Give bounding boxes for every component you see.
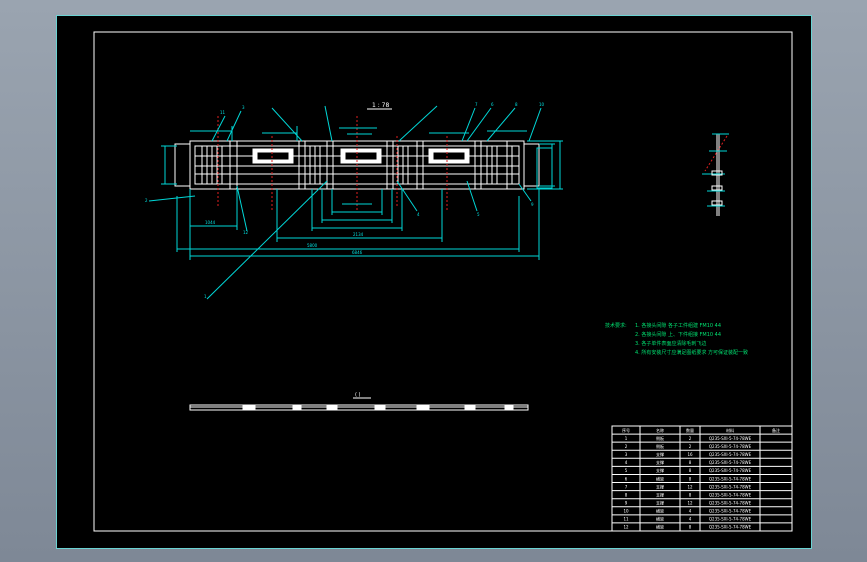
bom-cell: Q235-SXI-5-74-78WE bbox=[709, 492, 752, 497]
bom-cell: 支撑 bbox=[656, 500, 664, 506]
bom-header-cell: 材料 bbox=[726, 427, 734, 433]
bom-cell: 8 bbox=[689, 492, 692, 497]
bom-header-cell: 数量 bbox=[686, 427, 694, 433]
balloon-3: 3 bbox=[242, 105, 245, 110]
bom-cell: 支撑 bbox=[656, 467, 664, 473]
leader-lines bbox=[148, 105, 542, 300]
bom-cell: Q235-SXI-5-74-78WE bbox=[709, 444, 752, 449]
dim-overall: 6846 bbox=[352, 250, 363, 255]
balloon-4: 4 bbox=[417, 212, 420, 217]
bom-cell: 4 bbox=[689, 517, 692, 522]
bom-cell: 4 bbox=[689, 509, 692, 514]
scale-label: 1 : 78 bbox=[372, 102, 389, 109]
bom-cell: 侧板 bbox=[656, 443, 664, 449]
bom-cell: 2 bbox=[625, 444, 628, 449]
balloon-12: 12 bbox=[243, 230, 249, 235]
drawing-viewport[interactable]: 6846 5800 1044 2134 1 2 3 4 5 6 7 8 9 10… bbox=[56, 15, 812, 549]
plan-view-strip bbox=[189, 404, 529, 411]
dim-inner-span: 5800 bbox=[307, 243, 318, 248]
bom-cell: 12 bbox=[623, 525, 629, 530]
note-2: 2. 各接头间隙 上、下件组接 FM10 44 bbox=[635, 331, 721, 338]
note-4: 4. 所有安装尺寸应满足图纸要求 方可保证装配一致 bbox=[635, 349, 748, 356]
bom-cell: 8 bbox=[689, 476, 692, 481]
bom-cell: 12 bbox=[687, 484, 693, 489]
bom-cell: 16 bbox=[687, 452, 693, 457]
bom-cell: 8 bbox=[689, 525, 692, 530]
bom-cell: 5 bbox=[625, 468, 628, 473]
notes-heading: 技术要求: bbox=[605, 322, 627, 329]
bom-cell: Q235-SXI-5-74-78WE bbox=[709, 501, 752, 506]
side-view bbox=[702, 133, 729, 216]
bom-cell: 9 bbox=[625, 501, 628, 506]
bom-cell: 6 bbox=[625, 476, 628, 481]
bom-cell: 支撑 bbox=[656, 459, 664, 465]
technical-notes: 技术要求: 1. 各接头间隙 各子工件组建 FM10 44 2. 各接头间隙 上… bbox=[605, 322, 748, 356]
section-label: ( ) bbox=[355, 392, 361, 398]
bom-cell: Q235-SXI-5-74-78WE bbox=[709, 468, 752, 473]
bom-header-cell: 备注 bbox=[772, 427, 780, 433]
balloon-5: 5 bbox=[477, 212, 480, 217]
drawing-canvas: 6846 5800 1044 2134 1 2 3 4 5 6 7 8 9 10… bbox=[93, 31, 793, 532]
bom-cell: Q235-SXI-5-74-78WE bbox=[709, 517, 752, 522]
bom-cell: 横梁 bbox=[656, 516, 664, 522]
main-elevation-view bbox=[174, 116, 540, 211]
balloon-9: 9 bbox=[531, 202, 534, 207]
bom-cell: 1 bbox=[625, 436, 628, 441]
balloon-8: 8 bbox=[515, 102, 518, 107]
bom-cell: 横梁 bbox=[656, 508, 664, 514]
bom-cell: 8 bbox=[625, 492, 628, 497]
bom-cell: Q235-SXI-5-74-78WE bbox=[709, 484, 752, 489]
dim-left-seg: 1044 bbox=[205, 220, 216, 225]
balloon-1: 1 bbox=[204, 294, 207, 299]
bom-cell: 7 bbox=[625, 484, 628, 489]
bom-cell: 横梁 bbox=[656, 524, 664, 530]
bom-cell: Q235-SXI-5-74-78WE bbox=[709, 452, 752, 457]
bom-cell: 4 bbox=[625, 460, 628, 465]
balloon-2: 2 bbox=[145, 198, 148, 203]
bom-cell: 横梁 bbox=[656, 475, 664, 481]
balloon-6: 6 bbox=[491, 102, 494, 107]
bom-cell: 12 bbox=[687, 501, 693, 506]
bom-table: 序号 名称 数量 材料 备注 1 侧板 2 Q235-SXI-5-74-78WE 2 侧板 2 Q235… bbox=[611, 425, 793, 532]
bom-cell: 支撑 bbox=[656, 491, 664, 497]
bom-cell: Q235-SXI-5-74-78WE bbox=[709, 460, 752, 465]
balloon-11: 11 bbox=[220, 110, 226, 115]
bom-cell: 10 bbox=[623, 509, 629, 514]
dim-center: 2134 bbox=[353, 232, 364, 237]
bom-cell: 2 bbox=[689, 436, 692, 441]
bom-cell: 11 bbox=[623, 517, 629, 522]
bom-header-cell: 名称 bbox=[656, 427, 664, 433]
bom-cell: 支撑 bbox=[656, 483, 664, 489]
bom-cell: Q235-SXI-5-74-78WE bbox=[709, 436, 752, 441]
note-3: 3. 各子单件表面应清除毛刺飞边 bbox=[635, 340, 706, 347]
bom-cell: 3 bbox=[625, 452, 628, 457]
bom-cell: Q235-SXI-5-74-78WE bbox=[709, 476, 752, 481]
bom-cell: 8 bbox=[689, 460, 692, 465]
bom-cell: 侧板 bbox=[656, 435, 664, 441]
bom-cell: 支撑 bbox=[656, 451, 664, 457]
bom-cell: Q235-SXI-5-74-78WE bbox=[709, 509, 752, 514]
balloon-10: 10 bbox=[539, 102, 545, 107]
bom-cell: Q235-SXI-5-74-78WE bbox=[709, 525, 752, 530]
note-1: 1. 各接头间隙 各子工件组建 FM10 44 bbox=[635, 322, 721, 329]
balloon-7: 7 bbox=[475, 102, 478, 107]
bom-cell: 2 bbox=[689, 444, 692, 449]
bom-header-cell: 序号 bbox=[622, 427, 630, 433]
bom-cell: 8 bbox=[689, 468, 692, 473]
